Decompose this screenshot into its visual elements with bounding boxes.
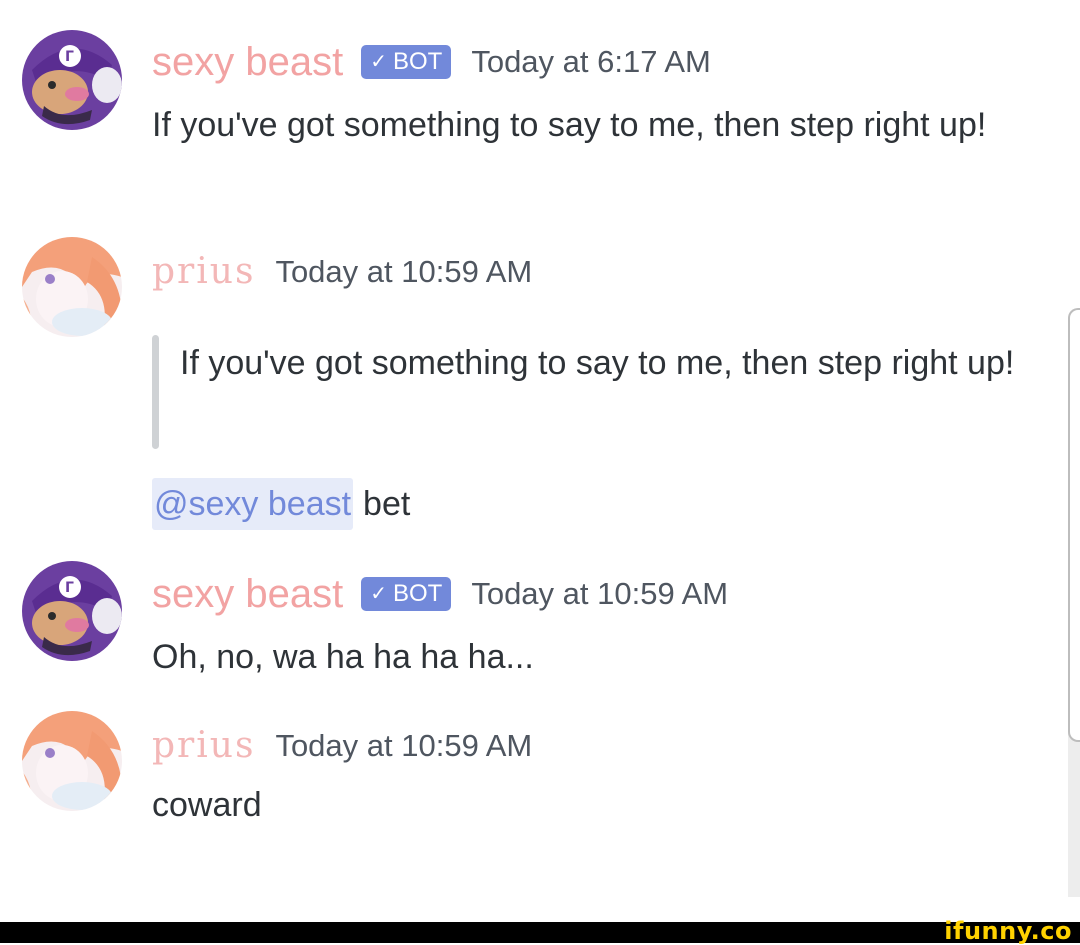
- waluigi-avatar-icon: Γ: [22, 561, 122, 661]
- message-text: coward: [152, 786, 262, 824]
- message-header: sexy beast ✓ BOT Today at 6:17 AM: [152, 37, 711, 87]
- username-sexy-beast[interactable]: sexy beast: [152, 569, 343, 619]
- username-prius[interactable]: prius: [152, 721, 255, 771]
- message-header: sexy beast ✓ BOT Today at 10:59 AM: [152, 569, 728, 619]
- bot-tag: ✓ BOT: [361, 577, 452, 611]
- avatar-prius[interactable]: [22, 237, 122, 337]
- message-timestamp: Today at 10:59 AM: [471, 576, 729, 611]
- ifunny-watermark: ifunny.co: [944, 917, 1072, 945]
- svg-text:Γ: Γ: [65, 49, 74, 65]
- message-timestamp: Today at 6:17 AM: [471, 44, 711, 79]
- bot-tag-label: BOT: [392, 48, 443, 75]
- bot-tag-label: BOT: [392, 580, 443, 607]
- anime-girl-avatar-icon: [22, 711, 122, 811]
- chat-log: Γ sexy beast ✓ BOT Today at 6:17 AM If y…: [0, 0, 1068, 922]
- waluigi-avatar-icon: Γ: [22, 30, 122, 130]
- anime-girl-avatar-icon: [22, 237, 122, 337]
- bot-tag: ✓ BOT: [361, 45, 452, 79]
- svg-text:Γ: Γ: [65, 580, 74, 596]
- block-quote: If you've got something to say to me, th…: [152, 335, 1052, 449]
- check-icon: ✓: [370, 51, 387, 73]
- avatar-sexy-beast[interactable]: Γ: [22, 30, 122, 130]
- message-timestamp: Today at 10:59 AM: [275, 254, 533, 289]
- username-prius[interactable]: prius: [152, 247, 255, 297]
- quote-bar: [152, 335, 159, 449]
- message-text: @sexy beast bet: [152, 478, 410, 530]
- message-text-after-mention: bet: [363, 485, 411, 523]
- user-mention[interactable]: @sexy beast: [152, 478, 354, 530]
- scrollbar-thumb[interactable]: [1068, 308, 1080, 742]
- watermark-bar: ifunny.co: [0, 918, 1080, 944]
- message-text: Oh, no, wa ha ha ha ha...: [152, 638, 534, 676]
- message-header: prius Today at 10:59 AM: [152, 247, 532, 297]
- username-sexy-beast[interactable]: sexy beast: [152, 37, 343, 87]
- avatar-prius[interactable]: [22, 711, 122, 811]
- avatar-sexy-beast[interactable]: Γ: [22, 561, 122, 661]
- check-icon: ✓: [370, 583, 387, 605]
- message-header: prius Today at 10:59 AM: [152, 721, 532, 771]
- message-timestamp: Today at 10:59 AM: [275, 728, 533, 763]
- message-text: If you've got something to say to me, th…: [152, 106, 987, 144]
- quote-text: If you've got something to say to me, th…: [180, 344, 1015, 382]
